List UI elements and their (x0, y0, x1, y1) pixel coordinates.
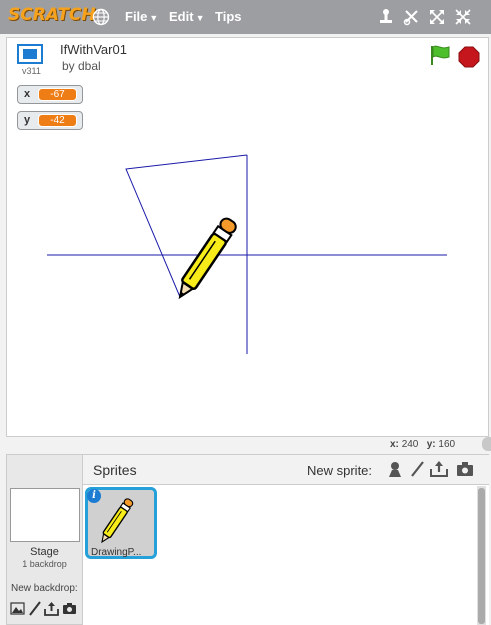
paint-new-sprite-icon[interactable] (408, 460, 426, 478)
sprites-scrollbar[interactable] (477, 486, 486, 625)
collapse-stage-handle[interactable] (482, 437, 491, 451)
language-globe-icon[interactable] (92, 8, 110, 26)
y-coord-value: 160 (438, 439, 456, 450)
choose-sprite-library-icon[interactable] (386, 460, 404, 478)
backdrop-count: 1 backdrop (22, 559, 67, 569)
upload-sprite-icon[interactable] (430, 460, 448, 478)
shrink-icon[interactable] (454, 8, 472, 26)
sprites-title: Sprites (93, 462, 137, 478)
pencil-sprite-thumbnail (101, 498, 134, 544)
pen-drawing (47, 154, 447, 354)
tips-menu-label: Tips (215, 9, 242, 24)
cut-scissors-icon[interactable] (403, 8, 421, 26)
stage-panel: Stage 1 backdrop New backdrop: (6, 454, 83, 625)
edit-menu[interactable]: Edit ▼ (169, 9, 204, 24)
camera-icon[interactable] (62, 601, 77, 616)
tips-menu[interactable]: Tips (215, 9, 242, 24)
scratch-logo[interactable]: SCRATCH (8, 5, 96, 25)
new-backdrop-label: New backdrop: (11, 583, 78, 594)
grow-icon[interactable] (428, 8, 446, 26)
stage-thumbnail[interactable] (10, 488, 80, 542)
upload-backdrop-icon[interactable] (44, 601, 59, 616)
stage-header: v311 IfWithVar01 by dbal (6, 37, 489, 76)
y-coord-label: y: (426, 439, 436, 450)
green-flag-icon[interactable] (429, 44, 451, 66)
x-coord-label: x: (390, 439, 399, 450)
sprites-list: i DrawingP... (83, 485, 489, 625)
project-title[interactable]: IfWithVar01 (60, 42, 127, 57)
pencil-sprite (178, 217, 237, 300)
project-author: by dbal (62, 59, 101, 73)
new-sprite-label: New sprite: (307, 463, 373, 478)
paint-backdrop-icon[interactable] (10, 601, 25, 616)
stop-icon[interactable] (458, 46, 480, 68)
stage-label: Stage (30, 546, 59, 558)
stage-canvas[interactable]: x -67 y -42 (6, 75, 489, 437)
mouse-coordinates: x: 240 y: 160 (390, 439, 455, 450)
chevron-down-icon: ▼ (149, 13, 159, 23)
fullscreen-icon[interactable] (17, 44, 43, 64)
file-menu[interactable]: File ▼ (125, 9, 158, 24)
file-menu-label: File (125, 9, 148, 24)
camera-icon[interactable] (456, 460, 474, 478)
menu-bar: SCRATCH File ▼ Edit ▼ Tips (0, 0, 491, 34)
sprite-name: DrawingP... (91, 547, 142, 558)
sprites-header: Sprites New sprite: (83, 454, 489, 485)
scrollbar-thumb[interactable] (478, 488, 485, 624)
paintbrush-icon[interactable] (27, 601, 42, 616)
sprite-tile[interactable]: i DrawingP... (85, 487, 157, 559)
x-coord-value: 240 (401, 439, 419, 450)
chevron-down-icon: ▼ (195, 13, 205, 23)
edit-menu-label: Edit (169, 9, 194, 24)
duplicate-stamp-icon[interactable] (377, 8, 395, 26)
